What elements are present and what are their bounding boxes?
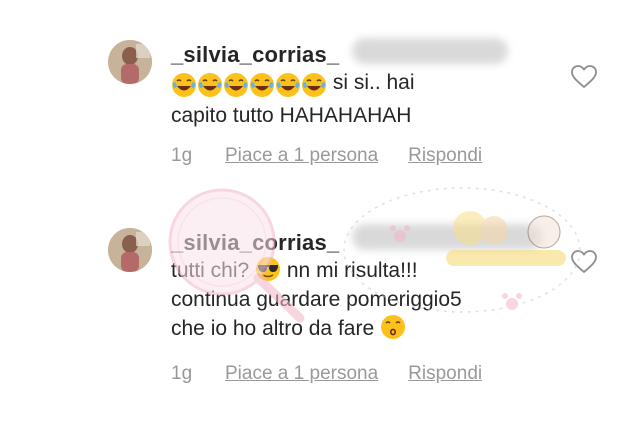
redacted-area bbox=[352, 224, 542, 250]
comment-time: 1g bbox=[171, 145, 193, 166]
heart-icon[interactable] bbox=[571, 65, 597, 89]
comment-meta: 1g Piace a 1 persona Rispondi bbox=[171, 145, 482, 167]
comment-text-line1-start: tutti chi? bbox=[171, 259, 256, 282]
redacted-area bbox=[352, 38, 508, 64]
avatar[interactable] bbox=[108, 40, 152, 84]
emoji-row bbox=[171, 72, 327, 101]
likes-count-link[interactable]: Piace a 1 persona bbox=[225, 363, 378, 385]
tears-of-joy-emoji-icon bbox=[276, 73, 300, 97]
comment-text-line2: capito tutto HAHAHAHAH bbox=[171, 104, 412, 127]
comment-thread: _silvia_corrias_ si si.. hai capito tutt… bbox=[0, 0, 640, 433]
comment-meta: 1g Piace a 1 persona Rispondi bbox=[171, 363, 482, 385]
sunglasses-emoji-icon bbox=[256, 257, 281, 281]
comment-text-line1-end: nn mi risulta!!! bbox=[281, 259, 418, 282]
avatar[interactable] bbox=[108, 228, 152, 272]
comment-text-line2: continua guardare pomeriggio5 bbox=[171, 288, 462, 311]
comment-text-line1: si si.. hai bbox=[327, 71, 415, 94]
kissing-face-emoji-icon bbox=[380, 315, 405, 339]
comment-username[interactable]: _silvia_corrias_ bbox=[171, 42, 339, 68]
tears-of-joy-emoji-icon bbox=[172, 73, 196, 97]
comment-username[interactable]: _silvia_corrias_ bbox=[171, 230, 339, 256]
tears-of-joy-emoji-icon bbox=[250, 73, 274, 97]
tears-of-joy-emoji-icon bbox=[302, 73, 326, 97]
reply-button[interactable]: Rispondi bbox=[408, 363, 482, 385]
comment-text: tutti chi? nn mi risulta!!! continua gua… bbox=[171, 256, 462, 343]
likes-count-link[interactable]: Piace a 1 persona bbox=[225, 145, 378, 167]
reply-button[interactable]: Rispondi bbox=[408, 145, 482, 167]
tears-of-joy-emoji-icon bbox=[224, 73, 248, 97]
comment-text-line3: che io ho altro da fare bbox=[171, 317, 380, 340]
heart-icon[interactable] bbox=[571, 250, 597, 274]
comment-time: 1g bbox=[171, 363, 193, 384]
comment-text: si si.. hai capito tutto HAHAHAHAH bbox=[171, 68, 415, 130]
tears-of-joy-emoji-icon bbox=[198, 73, 222, 97]
